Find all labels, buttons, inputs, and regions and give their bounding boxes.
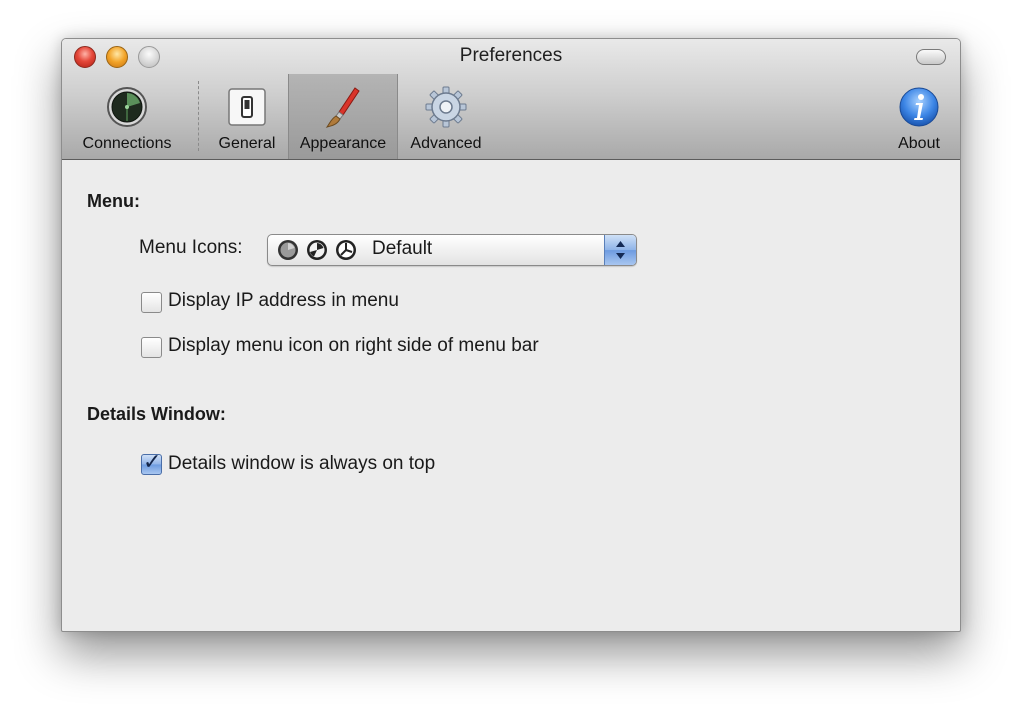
info-icon: [899, 87, 939, 127]
display-ip-checkbox[interactable]: [141, 292, 162, 313]
toolbar-item-label: Advanced: [410, 135, 482, 152]
toolbar-separator: [198, 81, 199, 151]
menu-icons-label: Menu Icons:: [139, 237, 243, 258]
display-ip-label: Display IP address in menu: [168, 290, 399, 311]
menu-section-heading: Menu:: [87, 191, 140, 211]
window-title: Preferences: [459, 45, 563, 66]
toolbar-item-label: Appearance: [299, 135, 387, 152]
menu-icons-popup[interactable]: Default: [267, 234, 637, 266]
preferences-window: Preferences Connections General Appearan…: [61, 38, 961, 632]
white-radar-icon: [336, 240, 356, 260]
toolbar-item-label: General: [218, 135, 276, 152]
toolbar-item-general[interactable]: General: [208, 74, 286, 159]
details-section-heading: Details Window:: [87, 404, 226, 424]
outline-radar-icon: [307, 240, 327, 260]
toolbar-item-advanced[interactable]: Advanced: [400, 74, 492, 159]
right-side-checkbox[interactable]: [141, 337, 162, 358]
menu-icon-previews: [277, 239, 357, 261]
preferences-content: Menu: Menu Icons: Default Display IP add…: [62, 160, 960, 631]
title-bar: Preferences Connections General Appearan…: [62, 39, 960, 160]
toolbar-item-appearance[interactable]: Appearance: [288, 74, 398, 159]
checkmark-icon: ✓: [143, 449, 162, 474]
right-side-label: Display menu icon on right side of menu …: [168, 335, 539, 356]
paintbrush-icon: [325, 87, 360, 128]
popup-arrows-icon: [604, 235, 636, 265]
toolbar-toggle-button[interactable]: [916, 49, 946, 65]
switch-icon: [228, 88, 266, 126]
always-on-top-label: Details window is always on top: [168, 453, 436, 474]
always-on-top-checkbox[interactable]: ✓: [141, 449, 162, 475]
toolbar-item-about[interactable]: About: [886, 74, 952, 159]
gray-radar-icon: [278, 240, 298, 260]
menu-icons-value: Default: [372, 238, 433, 259]
radar-icon: [107, 87, 147, 127]
toolbar-item-label: About: [898, 135, 940, 152]
gear-icon: [425, 86, 467, 128]
toolbar-item-connections[interactable]: Connections: [68, 74, 186, 159]
toolbar-item-label: Connections: [82, 135, 172, 152]
